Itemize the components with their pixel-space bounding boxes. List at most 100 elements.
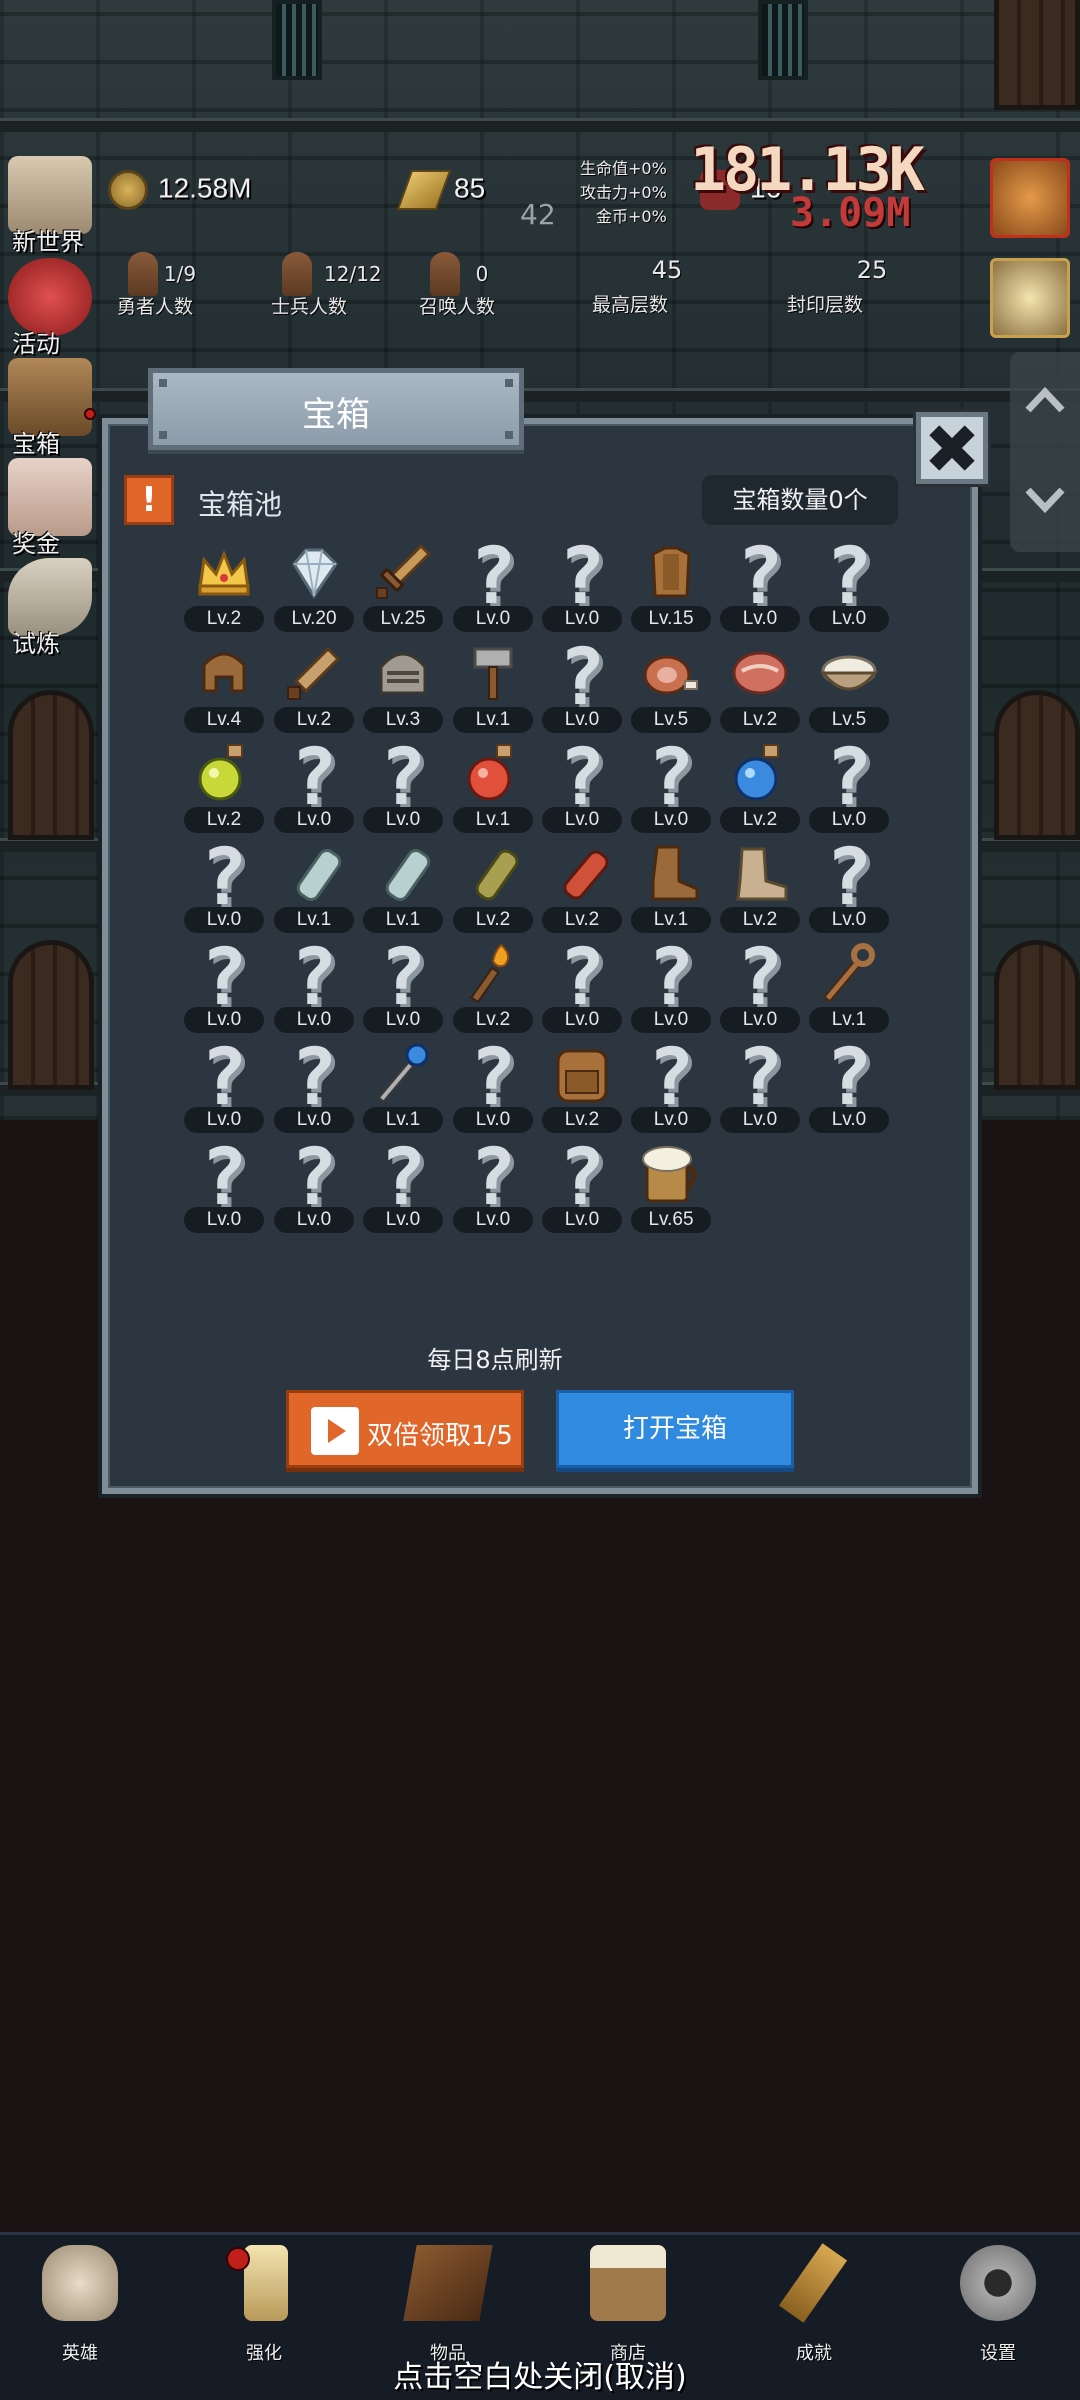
side-menu-events[interactable]: 活动 [0,258,100,358]
item-cell[interactable]: ? Lv.0 [542,733,622,837]
item-level: Lv.2 [720,707,800,733]
item-level: Lv.2 [542,907,622,933]
item-level: Lv.1 [453,807,533,833]
item-cell[interactable]: Lv.2 [720,837,800,937]
bonus-list: 生命值+0% 攻击力+0% 金币+0% [580,157,667,229]
item-cell[interactable]: ? Lv.0 [184,1133,264,1237]
door [8,940,94,1090]
item-cell[interactable]: ? Lv.0 [720,1033,800,1137]
item-cell[interactable]: ? Lv.0 [184,933,264,1037]
unknown-icon: ? [736,532,784,622]
item-cell[interactable]: ? Lv.0 [809,733,889,837]
item-cell[interactable]: Lv.1 [453,737,533,837]
item-cell[interactable]: Lv.15 [631,536,711,636]
item-cell[interactable]: Lv.25 [363,536,443,636]
item-cell[interactable]: ? Lv.0 [274,1133,354,1237]
side-menu-chest[interactable]: 宝箱 [0,358,100,458]
item-cell[interactable]: ? Lv.0 [542,633,622,737]
item-level: Lv.1 [363,907,443,933]
chevron-up-icon[interactable] [1022,378,1068,424]
side-menu-bonus[interactable]: 奖金 [0,458,100,558]
stat-soldiers: 12/12 士兵人数 [254,262,382,319]
side-menu-new-world[interactable]: 新世界 [0,156,100,256]
item-cell[interactable]: Lv.2 [720,637,800,737]
item-cell[interactable]: Lv.1 [274,837,354,937]
item-cell[interactable]: ? Lv.0 [453,532,533,636]
item-level: Lv.0 [453,1107,533,1133]
nav-heroes[interactable]: 英雄 [20,2245,140,2365]
item-cell[interactable]: Lv.2 [542,1037,622,1137]
item-cell[interactable]: ? Lv.0 [363,1133,443,1237]
chevron-down-icon[interactable] [1022,476,1068,522]
open-chest-button[interactable]: 打开宝箱 [556,1390,794,1468]
item-cell[interactable]: Lv.5 [631,637,711,737]
item-cell[interactable]: ? Lv.0 [274,1033,354,1137]
item-cell[interactable]: Lv.1 [363,837,443,937]
item-cell[interactable]: ? Lv.0 [453,1133,533,1237]
item-cell[interactable]: ? Lv.0 [542,1133,622,1237]
item-cell[interactable]: Lv.5 [809,637,889,737]
item-cell[interactable]: Lv.2 [453,937,533,1037]
book-icon [403,2245,493,2321]
modal-title: 宝箱 [302,395,370,435]
close-button[interactable] [913,409,991,487]
item-cell[interactable]: Lv.2 [274,637,354,737]
item-cell[interactable]: ? Lv.0 [631,933,711,1037]
item-cell[interactable]: Lv.2 [542,837,622,937]
item-cell[interactable]: ? Lv.0 [809,532,889,636]
nav-items[interactable]: 物品 [388,2245,508,2365]
refresh-note-text: 每日8点刷新 [427,1346,563,1374]
nav-shop[interactable]: 商店 [568,2245,688,2365]
unknown-icon: ? [825,532,873,622]
item-cell[interactable]: Lv.2 [184,737,264,837]
item-cell[interactable]: ? Lv.0 [363,933,443,1037]
item-cell[interactable]: Lv.4 [184,637,264,737]
item-level: Lv.3 [363,707,443,733]
unknown-icon: ? [290,1033,338,1123]
item-cell[interactable]: Lv.3 [363,637,443,737]
item-cell[interactable]: ? Lv.0 [363,733,443,837]
nav-settings[interactable]: 设置 [938,2245,1058,2365]
item-cell[interactable]: Lv.1 [631,837,711,937]
item-level: Lv.0 [809,1107,889,1133]
cloth-boot-icon [728,841,792,905]
item-cell[interactable]: ? Lv.0 [453,1033,533,1137]
item-cell[interactable]: Lv.20 [274,536,354,636]
item-cell[interactable]: Lv.1 [363,1037,443,1137]
side-menu-trial[interactable]: 试炼 [0,558,100,658]
item-cell[interactable]: ? Lv.0 [184,833,264,937]
item-cell[interactable]: Lv.2 [184,536,264,636]
stat-label: 最高层数 [591,294,668,316]
item-cell[interactable]: ? Lv.0 [631,1033,711,1137]
double-claim-button[interactable]: 双倍领取1/5 [286,1390,524,1468]
close-hint[interactable]: 点击空白处关闭(取消) [0,2352,1080,2396]
item-cell[interactable]: Lv.1 [453,637,533,737]
pumpkin-icon[interactable] [990,158,1070,238]
unknown-icon: ? [736,933,784,1023]
item-cell[interactable]: ? Lv.0 [809,833,889,937]
nav-achievements[interactable]: 成就 [754,2243,874,2365]
item-level: Lv.25 [363,606,443,632]
item-cell[interactable]: ? Lv.0 [274,733,354,837]
item-cell[interactable]: Lv.1 [809,937,889,1037]
item-cell[interactable]: ? Lv.0 [542,532,622,636]
item-cell[interactable]: ? Lv.0 [720,933,800,1037]
item-cell[interactable]: Lv.2 [453,837,533,937]
item-cell[interactable]: ? Lv.0 [184,1033,264,1137]
unknown-icon: ? [647,933,695,1023]
stat-label: 封印层数 [786,294,863,316]
item-cell[interactable]: Lv.65 [631,1137,711,1237]
item-cell[interactable]: ? Lv.0 [274,933,354,1037]
item-level: Lv.0 [809,807,889,833]
item-cell[interactable]: ? Lv.0 [809,1033,889,1137]
item-cell[interactable]: ? Lv.0 [542,933,622,1037]
nav-upgrade[interactable]: 强化 [204,2245,324,2365]
hammer-icon [461,641,525,705]
item-cell[interactable]: Lv.2 [720,737,800,837]
gold-bar-value: 85 [454,172,486,204]
floor-line [0,118,1080,132]
item-cell[interactable]: ? Lv.0 [720,532,800,636]
item-level: Lv.1 [274,907,354,933]
item-cell[interactable]: ? Lv.0 [631,733,711,837]
candle-icon[interactable] [990,258,1070,338]
